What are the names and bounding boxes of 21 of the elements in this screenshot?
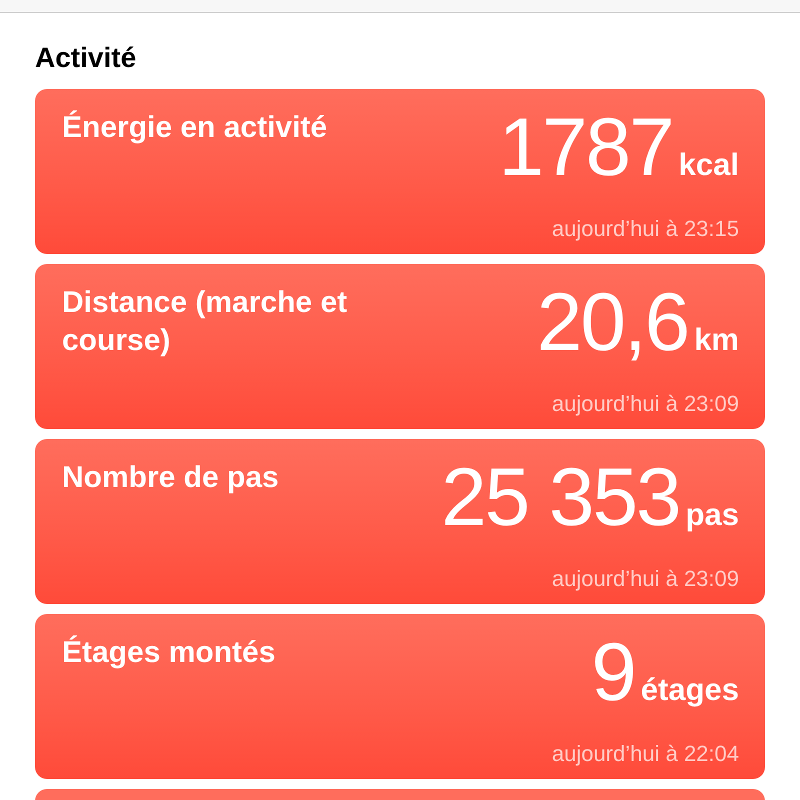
- metric-unit: pas: [686, 499, 739, 530]
- metric-unit: étages: [640, 674, 739, 705]
- timestamp: aujourd’hui à 22:04: [552, 743, 739, 765]
- metric-value: 25 353: [441, 459, 680, 537]
- timestamp: aujourd’hui à 23:15: [552, 218, 739, 240]
- timestamp: aujourd’hui à 23:09: [552, 393, 739, 415]
- card-title: Distance (marche et course): [62, 285, 348, 358]
- metric-value: 9: [591, 634, 635, 712]
- timestamp: aujourd’hui à 23:09: [552, 568, 739, 590]
- card-title: Étages montés: [62, 634, 276, 671]
- metric-unit: kcal: [678, 149, 739, 180]
- activity-card[interactable]: Nombre de pas 25 353 pas aujourd’hui à 23:09: [35, 439, 765, 604]
- card-title: Nombre de pas: [62, 460, 280, 496]
- metric-value: 20,6: [536, 284, 688, 362]
- section-title: Activité: [35, 44, 138, 72]
- metric-value: 1787: [498, 109, 673, 187]
- activity-card[interactable]: Distance (marche et course) 20,6 km aujourd’hui à 23:09: [35, 264, 765, 429]
- activity-card[interactable]: Étages montés 9 étages aujourd’hui à 22:04: [35, 614, 765, 779]
- activity-card[interactable]: Énergie en activité 1787 kcal aujourd’hui à 23:15: [35, 89, 765, 254]
- metric-unit: km: [694, 324, 739, 355]
- card-title: Énergie en activité: [62, 109, 328, 146]
